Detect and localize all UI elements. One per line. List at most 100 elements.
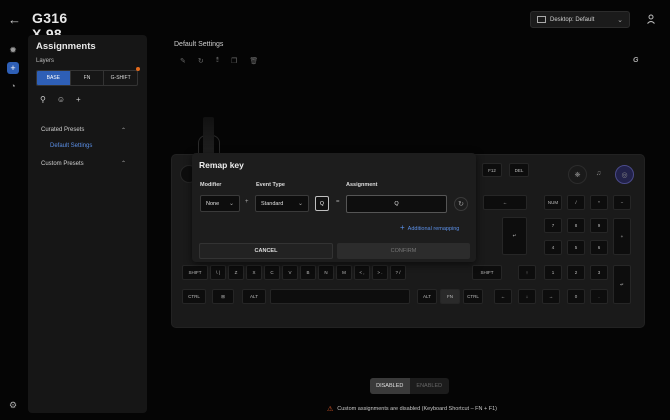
key-num-6[interactable]: 6 [590, 240, 608, 255]
layer-tab-fn[interactable]: FN [71, 71, 105, 85]
copy-icon[interactable]: ❐ [231, 57, 237, 65]
plus-symbol: + [245, 199, 249, 205]
key-x[interactable]: X [246, 265, 262, 280]
dialog-title: Remap key [199, 160, 244, 170]
plus-icon: + [400, 223, 405, 232]
reset-icon[interactable]: ↻ [454, 197, 468, 211]
chevron-up-icon[interactable]: ⌃ [121, 127, 126, 134]
search-icon[interactable]: ⚲ [40, 95, 46, 104]
lightsync-icon[interactable]: ❋ [568, 165, 587, 184]
logitech-g-logo: G [633, 57, 639, 64]
key-num-8[interactable]: 8 [567, 218, 585, 233]
custom-presets-header[interactable]: Custom Presets [41, 161, 84, 167]
performance-icon[interactable]: ◔ [7, 80, 19, 92]
smiley-icon[interactable]: ☺ [57, 95, 65, 104]
layer-tab-gshift[interactable]: G-SHIFT [104, 71, 137, 85]
key-win[interactable]: ⊞ [212, 289, 234, 304]
key-left[interactable]: ← [494, 289, 512, 304]
add-icon[interactable]: + [76, 95, 81, 104]
key-num-9[interactable]: 9 [590, 218, 608, 233]
profile-select[interactable]: Desktop: Default ⌄ [530, 11, 630, 28]
key-comma[interactable]: < , [354, 265, 370, 280]
key-num-3[interactable]: 3 [590, 265, 608, 280]
selected-key-chip[interactable]: Q [315, 196, 329, 211]
key-ralt[interactable]: ALT [417, 289, 437, 304]
key-c[interactable]: C [264, 265, 280, 280]
key-rctrl[interactable]: CTRL [463, 289, 483, 304]
additional-remapping-label: Additional remapping [407, 226, 460, 232]
key-del[interactable]: DEL [509, 163, 529, 177]
key-num-dot[interactable]: . [590, 289, 608, 304]
usb-cable [203, 117, 214, 157]
key-num-1[interactable]: 1 [544, 265, 562, 280]
key-num-4[interactable]: 4 [544, 240, 562, 255]
desktop-icon [537, 16, 546, 23]
key-lctrl[interactable]: CTRL [182, 289, 206, 304]
modifier-select[interactable]: None ⌄ [200, 195, 240, 212]
lighting-icon[interactable]: ✹ [7, 44, 19, 56]
key-m[interactable]: M [336, 265, 352, 280]
user-icon[interactable] [646, 14, 656, 24]
chevron-down-icon: ⌄ [297, 201, 303, 207]
key-enter[interactable]: ↵ [502, 217, 527, 255]
additional-remapping-link[interactable]: + Additional remapping [400, 223, 459, 232]
key-period[interactable]: > . [372, 265, 388, 280]
assignment-input[interactable]: Q [346, 195, 447, 213]
toggle-enabled[interactable]: ENABLED [410, 378, 450, 394]
key-rshift[interactable]: SHIFT [472, 265, 502, 280]
key-n[interactable]: N [318, 265, 334, 280]
preset-default-settings[interactable]: Default Settings [50, 143, 92, 149]
trash-icon[interactable]: 🗑 [249, 57, 258, 65]
key-down[interactable]: ↓ [518, 289, 536, 304]
key-num-enter[interactable]: ↵ [613, 265, 631, 304]
key-lalt[interactable]: ALT [242, 289, 266, 304]
layers-label: Layers [36, 58, 55, 64]
back-arrow-icon[interactable]: ← [8, 12, 21, 27]
assignments-panel [28, 35, 147, 413]
key-fn[interactable]: FN [440, 289, 460, 304]
media-icon[interactable]: ♫ [590, 165, 607, 182]
warning-message: ⚠ Custom assignments are disabled (Keybo… [327, 405, 497, 413]
warning-icon: ⚠ [327, 406, 334, 413]
toggle-disabled[interactable]: DISABLED [370, 378, 410, 394]
equals-symbol: = [336, 199, 340, 205]
key-num-2[interactable]: 2 [567, 265, 585, 280]
gear-icon[interactable]: ⚙ [9, 400, 17, 411]
key-num-minus[interactable]: − [613, 195, 631, 210]
warning-text: Custom assignments are disabled (Keyboar… [337, 406, 498, 412]
key-num-multiply[interactable]: * [590, 195, 608, 210]
key-backslash[interactable]: \ | [210, 265, 226, 280]
panel-title: Assignments [36, 41, 96, 52]
key-num-5[interactable]: 5 [567, 240, 585, 255]
event-type-select[interactable]: Standard ⌄ [255, 195, 309, 212]
assignment-label: Assignment [346, 182, 378, 188]
edit-icon[interactable]: ✎ [180, 57, 186, 65]
key-space[interactable] [270, 289, 410, 304]
key-numlock[interactable]: NUM [544, 195, 562, 210]
chevron-up-icon[interactable]: ⌃ [121, 160, 126, 167]
chevron-down-icon: ⌄ [617, 16, 623, 24]
key-right[interactable]: → [542, 289, 560, 304]
key-b[interactable]: B [300, 265, 316, 280]
chevron-down-icon: ⌄ [228, 201, 234, 207]
refresh-icon[interactable]: ↻ [198, 57, 204, 65]
custom-assignments-toggle: DISABLED ENABLED [370, 378, 449, 394]
key-num-7[interactable]: 7 [544, 218, 562, 233]
key-backspace[interactable]: ← [483, 195, 527, 210]
layer-tab-base[interactable]: BASE [37, 71, 71, 85]
volume-dial[interactable]: ◎ [615, 165, 634, 184]
assignments-icon[interactable]: + [7, 62, 19, 74]
curated-presets-header[interactable]: Curated Presets [41, 127, 84, 133]
key-z[interactable]: Z [228, 265, 244, 280]
key-num-plus[interactable]: + [613, 218, 631, 255]
key-up[interactable]: ↑ [518, 265, 536, 280]
confirm-button[interactable]: CONFIRM [337, 243, 470, 259]
key-num-divide[interactable]: / [567, 195, 585, 210]
key-lshift[interactable]: SHIFT [182, 265, 208, 280]
share-icon[interactable]: ⥉ [216, 57, 219, 65]
key-num-0[interactable]: 0 [567, 289, 585, 304]
key-v[interactable]: V [282, 265, 298, 280]
cancel-button[interactable]: CANCEL [199, 243, 333, 259]
key-f12[interactable]: F12 [482, 163, 502, 177]
key-slash[interactable]: ? / [390, 265, 406, 280]
